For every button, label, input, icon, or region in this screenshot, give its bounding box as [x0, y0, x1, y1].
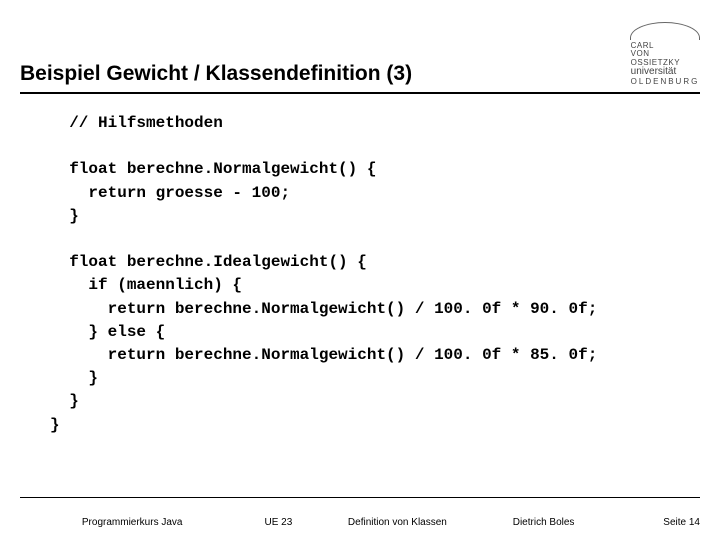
footer-page: Seite 14	[605, 517, 700, 528]
footer-author: Dietrich Boles	[482, 517, 604, 528]
logo-uni: universität	[631, 66, 677, 77]
header: Beispiel Gewicht / Klassendefinition (3)…	[0, 0, 720, 88]
slide-title: Beispiel Gewicht / Klassendefinition (3)	[20, 62, 412, 88]
university-logo: CARL VON OSSIETZKY universität OLDENBURG	[630, 22, 700, 88]
footer: Programmierkurs Java UE 23 Definition vo…	[20, 517, 700, 528]
footer-unit: UE 23	[244, 517, 312, 528]
code-block: // Hilfsmethoden float berechne.Normalge…	[0, 94, 720, 437]
footer-rule	[20, 497, 700, 498]
footer-topic: Definition von Klassen	[312, 517, 482, 528]
logo-city: OLDENBURG	[631, 77, 700, 86]
footer-course: Programmierkurs Java	[20, 517, 244, 528]
logo-text: CARL VON OSSIETZKY universität OLDENBURG	[631, 42, 700, 86]
slide: Beispiel Gewicht / Klassendefinition (3)…	[0, 0, 720, 540]
logo-arc-icon	[630, 22, 700, 40]
